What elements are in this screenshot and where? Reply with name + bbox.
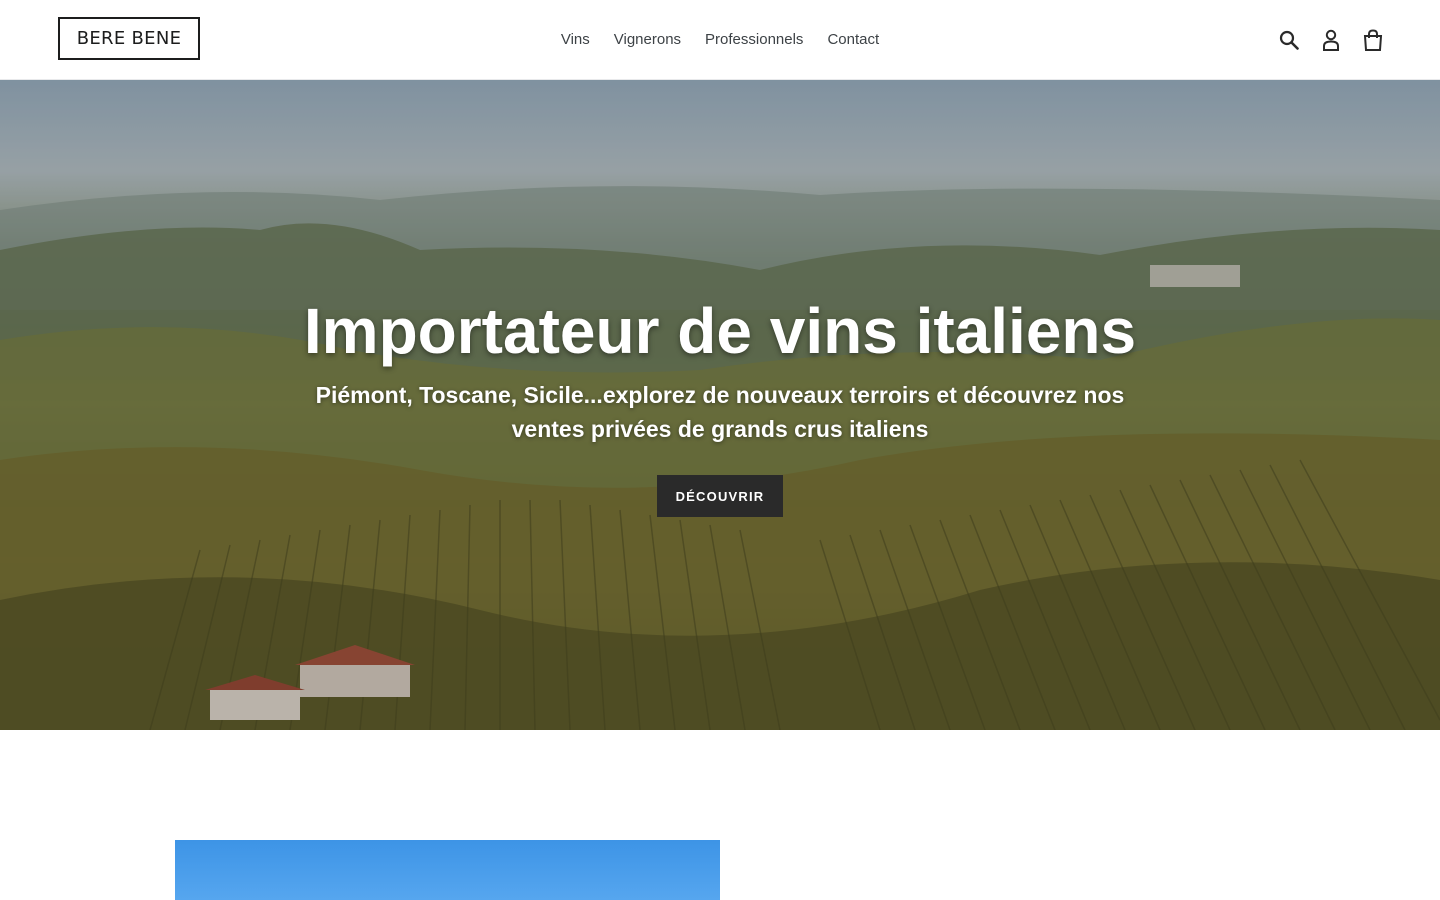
cart-icon[interactable]: [1362, 28, 1384, 52]
nav-item-contact[interactable]: Contact: [815, 21, 891, 58]
hero-banner: Importateur de vins italiens Piémont, To…: [0, 80, 1440, 730]
hero-subtitle: Piémont, Toscane, Sicile...explorez de n…: [315, 382, 1125, 442]
main-nav: Vins Vignerons Professionnels Contact: [0, 0, 1440, 78]
nav-item-professionnels[interactable]: Professionnels: [693, 21, 815, 58]
nav-item-vins[interactable]: Vins: [549, 21, 602, 58]
account-icon[interactable]: [1320, 28, 1342, 52]
search-icon[interactable]: [1278, 28, 1300, 52]
site-logo[interactable]: BERE BENE: [58, 17, 200, 60]
nav-item-vignerons[interactable]: Vignerons: [602, 21, 693, 58]
feature-image: [175, 840, 720, 900]
site-header: BERE BENE Vins Vignerons Professionnels …: [0, 0, 1440, 80]
decouvrir-button[interactable]: DÉCOUVRIR: [657, 475, 783, 517]
header-icons: [1278, 26, 1384, 54]
hero-title: Importateur de vins italiens: [303, 295, 1137, 367]
